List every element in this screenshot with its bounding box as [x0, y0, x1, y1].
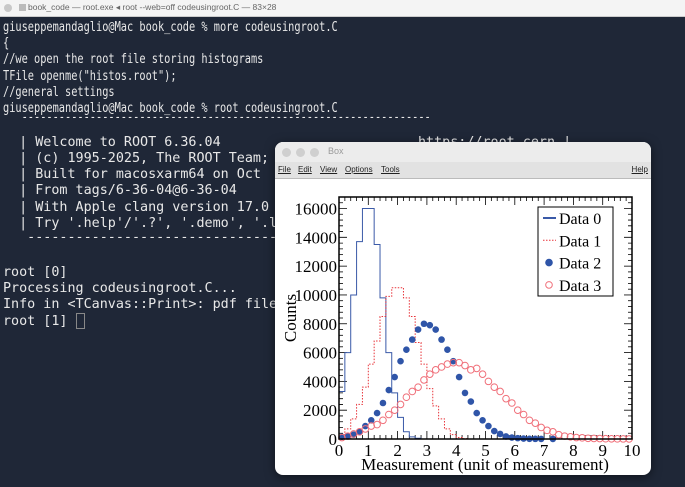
data-point [461, 361, 469, 370]
data-point [420, 376, 428, 384]
data-point [385, 410, 393, 419]
minimize-button[interactable] [296, 148, 305, 157]
shell-line: { [3, 35, 10, 51]
y-tick-label: 12000 [295, 257, 338, 276]
legend-entry: Data 2 [559, 256, 601, 273]
output-line: Processing codeusingroot.C... [3, 281, 237, 296]
close-button[interactable] [4, 4, 12, 12]
data-point [519, 410, 528, 419]
menu-tools[interactable]: Tools [381, 165, 400, 174]
histogram-line [338, 287, 632, 440]
banner-line: | Try '.help'/'.?', '.demo', '.l [3, 216, 278, 231]
prompt: root [1] [3, 314, 76, 329]
data-point [373, 420, 381, 429]
canvas-titlebar[interactable]: Box [275, 142, 651, 162]
shell-line: //general settings [3, 84, 115, 100]
data-point [496, 387, 504, 396]
data-point [444, 346, 451, 353]
data-point [379, 399, 387, 407]
data-point [408, 336, 416, 343]
data-point [513, 406, 522, 414]
zoom-button[interactable] [310, 148, 319, 157]
data-point [496, 430, 504, 438]
output-line: root [0] [3, 265, 68, 280]
legend-entry: Data 3 [559, 278, 601, 295]
y-tick-label: 0 [329, 430, 338, 449]
shell-line: //we open the root file storing histogra… [3, 51, 264, 67]
menu-file[interactable]: File [278, 165, 291, 174]
shell-line: TFile openme("histos.root"); [3, 68, 177, 84]
histogram-chart[interactable]: 0 1 2 3 4 5 6 7 8 9 100200040006000800010000120001… [275, 177, 651, 475]
data-point [403, 346, 410, 353]
menu-options[interactable]: Options [345, 165, 373, 174]
data-point [408, 387, 417, 396]
data-point [385, 386, 393, 394]
data-point [402, 393, 411, 402]
data-point [508, 434, 516, 441]
banner-line: | From tags/6-36-04@6-36-04 [3, 183, 237, 198]
data-point [426, 370, 434, 378]
menu-edit[interactable]: Edit [298, 165, 312, 174]
shell-line: giuseppemandaglio@Mac book_code % more c… [3, 19, 338, 35]
data-point [531, 419, 540, 427]
x-tick-label: 10 [624, 441, 641, 460]
x-axis-label: Measurement (unit of measurement) [361, 455, 609, 474]
close-button[interactable] [282, 148, 291, 157]
data-point [390, 406, 399, 414]
banner-line: | Built for macosxarm64 on Oct [3, 167, 261, 182]
y-tick-label: 6000 [303, 344, 337, 363]
data-point [414, 326, 422, 333]
data-point [472, 364, 481, 373]
data-point [391, 373, 398, 381]
data-point [479, 416, 486, 424]
terminal-titlebar: book_code — root.exe ◂ root --web=off co… [0, 0, 685, 17]
data-point [373, 409, 381, 417]
data-point [478, 370, 487, 378]
data-point [484, 377, 493, 386]
data-point [490, 427, 498, 435]
canvas-window: Box File Edit View Options Tools Help 0 1… [275, 142, 651, 475]
data-point [467, 398, 475, 405]
legend-marker-icon [545, 258, 553, 267]
menu-help[interactable]: Help [632, 165, 648, 174]
y-tick-label: 10000 [295, 286, 338, 305]
data-point [455, 373, 463, 381]
banner-line: | Welcome to ROOT 6.36.04 [3, 135, 221, 150]
menu-view[interactable]: View [320, 165, 337, 174]
data-point [502, 394, 510, 403]
data-point [397, 357, 404, 365]
data-point [485, 422, 492, 430]
data-point [414, 383, 422, 391]
canvas-title: Box [328, 146, 344, 156]
banner-line: | With Apple clang version 17.0 [3, 200, 270, 215]
legend-entry: Data 0 [559, 211, 601, 228]
data-point [420, 320, 428, 328]
output-line: Info in <TCanvas::Print>: pdf file [3, 297, 278, 312]
banner-line: | (c) 1995-2025, The ROOT Team; [3, 151, 270, 166]
folder-icon [19, 4, 26, 11]
prompt-line[interactable]: root [1] [3, 313, 85, 329]
data-point [396, 400, 405, 409]
banner-rule: ----------------------------------------… [3, 109, 431, 125]
data-point [461, 389, 469, 397]
y-tick-label: 8000 [303, 315, 337, 334]
legend-entry: Data 1 [559, 233, 601, 250]
data-point [432, 326, 439, 333]
y-tick-label: 4000 [303, 372, 337, 391]
y-tick-label: 2000 [303, 401, 337, 420]
cursor [75, 313, 85, 329]
y-axis-label: Counts [281, 294, 300, 342]
y-tick-label: 14000 [295, 228, 338, 247]
legend: Data 0 Data 1 Data 2 Data 3 [537, 206, 614, 297]
data-point [473, 409, 481, 417]
data-point [508, 399, 516, 407]
terminal-title: book_code — root.exe ◂ root --web=off co… [28, 2, 277, 12]
data-point [490, 383, 499, 391]
y-tick-label: 16000 [295, 200, 338, 219]
series-data-2 [338, 320, 557, 443]
data-point [379, 416, 387, 425]
series-data-1 [338, 287, 632, 440]
data-point [438, 336, 445, 343]
data-point [426, 321, 434, 329]
